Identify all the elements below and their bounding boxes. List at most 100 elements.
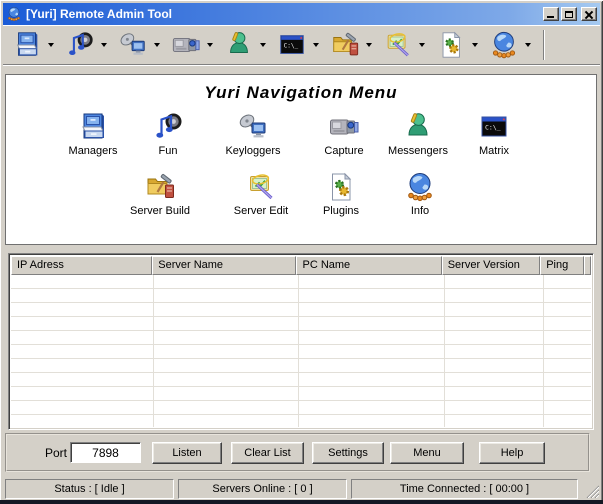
server-list-body[interactable]: [11, 275, 591, 427]
toolbar-divider: [3, 64, 600, 66]
close-button[interactable]: [581, 7, 597, 21]
nav-item-label: Matrix: [454, 145, 534, 157]
keyloggers-icon: [118, 30, 148, 60]
plugins-icon: [436, 30, 466, 60]
toolbar-separator: [543, 30, 545, 60]
settings-button[interactable]: Settings: [312, 442, 384, 464]
column-header-ip-adress[interactable]: IP Adress: [11, 256, 152, 275]
column-header-server-name[interactable]: Server Name: [152, 256, 296, 275]
nav-item-label: Keyloggers: [213, 145, 293, 157]
toolbar-matrix-dropdown[interactable]: [310, 35, 322, 55]
toolbar-keyloggers-dropdown[interactable]: [151, 35, 163, 55]
nav-item-label: Messengers: [378, 145, 458, 157]
toolbar-matrix-button[interactable]: [274, 28, 310, 62]
server-list-header: IP Adress Server Name PC Name Server Ver…: [11, 256, 591, 275]
toolbar-server-edit-button[interactable]: [380, 28, 416, 62]
server-build-icon: [330, 30, 360, 60]
column-header-filler: [584, 256, 591, 275]
nav-item-label: Managers: [53, 145, 133, 157]
chevron-down-icon: [525, 43, 531, 47]
messengers-icon: [402, 111, 434, 143]
toolbar-managers-button[interactable]: [9, 28, 45, 62]
toolbar-server-edit-dropdown[interactable]: [416, 35, 428, 55]
chevron-down-icon: [207, 43, 213, 47]
grid-line: [153, 275, 154, 427]
chevron-down-icon: [313, 43, 319, 47]
fun-icon: [65, 30, 95, 60]
menu-button[interactable]: Menu: [390, 442, 464, 464]
nav-item-label: Server Edit: [221, 205, 301, 217]
toolbar-plugins-button[interactable]: [433, 28, 469, 62]
toolbar-fun-dropdown[interactable]: [98, 35, 110, 55]
nav-item-info[interactable]: Info: [380, 171, 460, 217]
toolbar-info-button[interactable]: [486, 28, 522, 62]
nav-item-keyloggers[interactable]: Keyloggers: [213, 111, 293, 157]
nav-item-fun[interactable]: Fun: [128, 111, 208, 157]
nav-item-server-edit[interactable]: Server Edit: [221, 171, 301, 217]
navigation-panel: Yuri Navigation Menu Managers Fun Keylog…: [5, 74, 597, 245]
info-icon: [489, 30, 519, 60]
chevron-down-icon: [260, 43, 266, 47]
nav-item-server-build[interactable]: Server Build: [120, 171, 200, 217]
column-header-ping[interactable]: Ping: [540, 256, 584, 275]
plugins-icon: [325, 171, 357, 203]
grid-line: [298, 275, 299, 427]
status-panel-time-connected: Time Connected : [ 00:00 ]: [351, 479, 578, 499]
minimize-icon: [547, 16, 554, 18]
toolbar-capture-dropdown[interactable]: [204, 35, 216, 55]
toolbar-managers-dropdown[interactable]: [45, 35, 57, 55]
toolbar-plugins-dropdown[interactable]: [469, 35, 481, 55]
listen-button[interactable]: Listen: [152, 442, 222, 464]
toolbar-messengers-dropdown[interactable]: [257, 35, 269, 55]
chevron-down-icon: [419, 43, 425, 47]
control-panel: Port Listen Clear List Settings Menu Hel…: [5, 433, 590, 472]
nav-title: Yuri Navigation Menu: [6, 83, 596, 103]
toolbar-fun-button[interactable]: [62, 28, 98, 62]
managers-icon: [77, 111, 109, 143]
window-bottom-edge: [0, 500, 603, 504]
nav-item-managers[interactable]: Managers: [53, 111, 133, 157]
messengers-icon: [224, 30, 254, 60]
nav-item-label: Info: [380, 205, 460, 217]
nav-item-capture[interactable]: Capture: [304, 111, 384, 157]
grid-line: [543, 275, 544, 427]
fun-icon: [152, 111, 184, 143]
capture-icon: [328, 111, 360, 143]
clear-list-button[interactable]: Clear List: [231, 442, 304, 464]
toolbar-server-build-button[interactable]: [327, 28, 363, 62]
keyloggers-icon: [237, 111, 269, 143]
help-button[interactable]: Help: [479, 442, 545, 464]
maximize-icon: [565, 11, 573, 18]
matrix-icon: [277, 30, 307, 60]
minimize-button[interactable]: [543, 7, 559, 21]
toolbar-info-dropdown[interactable]: [522, 35, 534, 55]
chevron-down-icon: [48, 43, 54, 47]
server-edit-icon: [383, 30, 413, 60]
toolbar-capture-button[interactable]: [168, 28, 204, 62]
toolbar-server-build-dropdown[interactable]: [363, 35, 375, 55]
column-header-server-version[interactable]: Server Version: [442, 256, 540, 275]
nav-item-matrix[interactable]: Matrix: [454, 111, 534, 157]
capture-icon: [171, 30, 201, 60]
port-input[interactable]: [70, 442, 141, 463]
resize-grip-icon[interactable]: [586, 485, 599, 498]
title-bar[interactable]: [Yuri] Remote Admin Tool: [3, 3, 600, 25]
chevron-down-icon: [101, 43, 107, 47]
toolbar: [3, 25, 600, 64]
caption-buttons: [543, 7, 597, 21]
status-panel-servers-online: Servers Online : [ 0 ]: [178, 479, 347, 499]
column-header-pc-name[interactable]: PC Name: [296, 256, 441, 275]
server-build-icon: [144, 171, 176, 203]
matrix-icon: [478, 111, 510, 143]
nav-item-label: Capture: [304, 145, 384, 157]
server-list: IP Adress Server Name PC Name Server Ver…: [8, 253, 594, 430]
chevron-down-icon: [366, 43, 372, 47]
toolbar-messengers-button[interactable]: [221, 28, 257, 62]
server-edit-icon: [245, 171, 277, 203]
toolbar-keyloggers-button[interactable]: [115, 28, 151, 62]
nav-item-messengers[interactable]: Messengers: [378, 111, 458, 157]
maximize-button[interactable]: [561, 7, 577, 21]
status-bar: Status : [ Idle ] Servers Online : [ 0 ]…: [0, 476, 603, 500]
managers-icon: [12, 30, 42, 60]
nav-item-plugins[interactable]: Plugins: [301, 171, 381, 217]
